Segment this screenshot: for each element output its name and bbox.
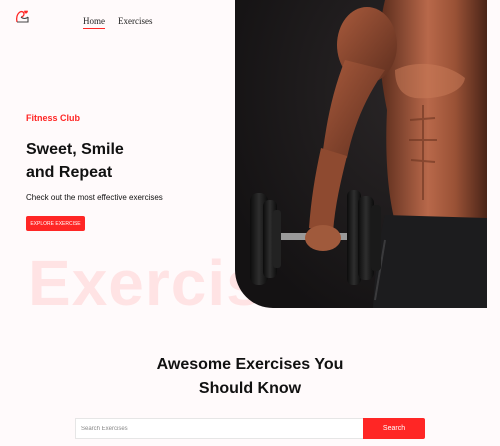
explore-exercise-button[interactable]: Explore Exercise [26,216,85,231]
logo-icon[interactable] [14,8,32,26]
hero-title-line2: and Repeat [26,164,113,181]
exercises-section-title: Awesome Exercises You Should Know [100,353,400,401]
hero-title: Sweet, Smile and Repeat [26,138,206,184]
navbar: Home Exercises [0,0,235,40]
hero-tagline: Fitness Club [26,113,81,123]
nav-link-home[interactable]: Home [83,16,105,29]
hero-title-line1: Sweet, Smile [26,141,124,158]
hero-subtitle: Check out the most effective exercises [26,193,163,202]
section-title-line1: Awesome Exercises You [156,356,344,373]
search-exercises-input[interactable] [75,418,363,439]
hero-banner-image [235,0,487,308]
section-title-line2: Should Know [198,380,302,397]
search-button[interactable]: Search [363,418,425,439]
nav-link-exercises[interactable]: Exercises [118,16,152,26]
